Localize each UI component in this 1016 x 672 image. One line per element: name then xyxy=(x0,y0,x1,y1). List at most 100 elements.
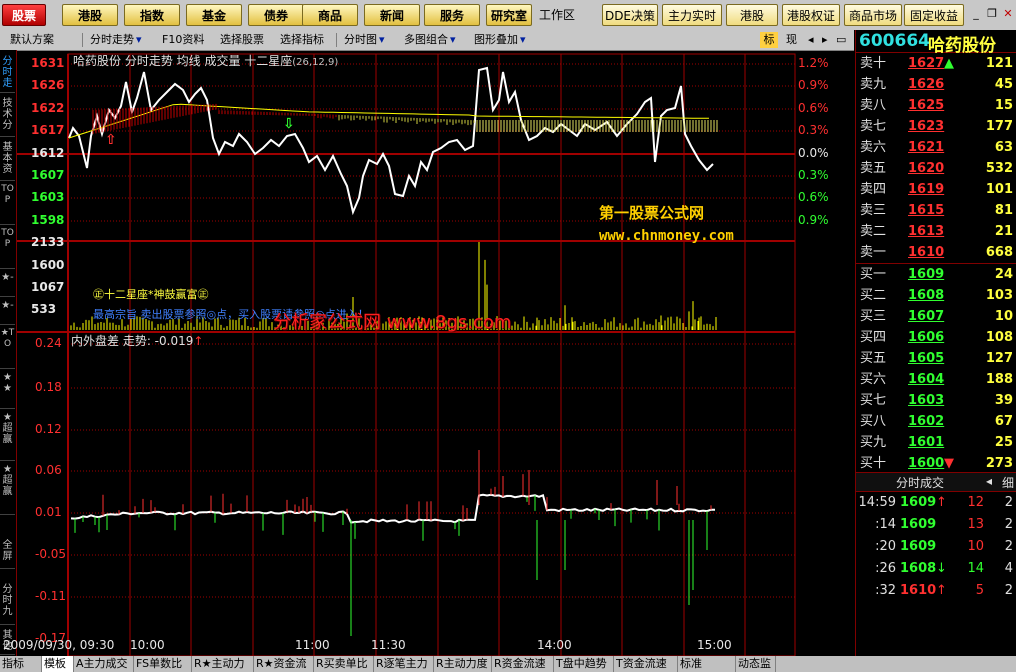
tick-row[interactable]: :32 1610 ↑ 5 2 xyxy=(856,580,1016,601)
tick-row[interactable]: :26 1608 ↓ 14 4 xyxy=(856,558,1016,579)
bottom-tab[interactable]: R★主动力 xyxy=(192,656,254,672)
select-indicator-button[interactable]: 选择指标 xyxy=(280,32,324,48)
bottom-tab[interactable]: R买卖单比 xyxy=(314,656,374,672)
quick-hk-warrant-button[interactable]: 港股权证 xyxy=(782,4,840,26)
sell-row[interactable]: 卖六 1621 63 xyxy=(856,137,1016,158)
bottom-tab[interactable]: FS单数比 xyxy=(134,656,192,672)
tab-intraday[interactable]: 分时走 xyxy=(0,56,15,93)
buy-row[interactable]: 买三 1607 10 xyxy=(856,306,1016,327)
sell-row[interactable]: 卖一 1610 668 xyxy=(856,242,1016,263)
restore-icon[interactable]: ❐ xyxy=(986,8,998,20)
workspace-label[interactable]: 工作区 xyxy=(536,4,578,26)
minimize-icon[interactable]: _ xyxy=(970,8,982,20)
buy-price: 1608 xyxy=(908,288,945,303)
bottom-tab[interactable]: T资金流速 xyxy=(614,656,678,672)
buy-row[interactable]: 买一 1609 24 xyxy=(856,264,1016,285)
buy-row[interactable]: 买八 1602 67 xyxy=(856,411,1016,432)
lab-button[interactable]: 研究室 xyxy=(486,4,532,26)
buy-price: 1603 xyxy=(908,393,945,408)
tab-star-1[interactable]: ★- xyxy=(0,272,15,297)
sell-row[interactable]: 卖五 1620 532 xyxy=(856,158,1016,179)
bond-button[interactable]: 债券 xyxy=(248,4,304,26)
nav-list-icon[interactable]: ▭ xyxy=(836,32,846,48)
index-button[interactable]: 指数 xyxy=(124,4,180,26)
buy-row[interactable]: 买九 1601 25 xyxy=(856,432,1016,453)
tick-volume: 12 xyxy=(967,495,984,510)
sell-row[interactable]: 卖八 1625 15 xyxy=(856,95,1016,116)
tick-row[interactable]: 14:59 1609 ↑ 12 2 xyxy=(856,492,1016,513)
bottom-tab[interactable]: R★资金流 xyxy=(254,656,314,672)
close-icon[interactable]: ✕ xyxy=(1002,8,1014,20)
quick-commodity-market-button[interactable]: 商品市场 xyxy=(844,4,902,26)
mark-button[interactable]: 标 xyxy=(760,32,778,48)
bottom-tab[interactable]: 标准 xyxy=(678,656,736,672)
tab-top-2[interactable]: TOP xyxy=(0,228,15,269)
quick-hk-button[interactable]: 港股 xyxy=(726,4,778,26)
buy-row[interactable]: 买五 1605 127 xyxy=(856,348,1016,369)
default-scheme-button[interactable]: 默认方案 xyxy=(10,32,54,48)
quick-dde-button[interactable]: DDE决策 xyxy=(602,4,658,26)
tab-intraday-nine[interactable]: 分时九 xyxy=(0,584,15,625)
commodity-button[interactable]: 商品 xyxy=(302,4,358,26)
tab-technical[interactable]: 技术分 xyxy=(0,98,15,137)
current-button[interactable]: 现 xyxy=(786,32,797,48)
bottom-tab[interactable]: 模板 xyxy=(42,656,74,672)
bottom-tab[interactable]: A主力成交 xyxy=(74,656,134,672)
select-stock-button[interactable]: 选择股票 xyxy=(220,32,264,48)
tab-fullscreen[interactable]: 全屏 xyxy=(0,540,15,569)
sell-volume: 81 xyxy=(994,203,1013,218)
sell-price: 1619 xyxy=(908,182,945,197)
bottom-tab[interactable]: R资金流速 xyxy=(492,656,554,672)
service-button[interactable]: 服务 xyxy=(424,4,480,26)
multi-chart-button[interactable]: 多图组合 xyxy=(404,32,456,48)
news-button[interactable]: 新闻 xyxy=(364,4,420,26)
nav-forward-icon[interactable]: ▸ xyxy=(822,32,828,48)
bottom-tab[interactable]: R主动力度 xyxy=(434,656,492,672)
stock-code: 600664 xyxy=(859,31,930,51)
intraday-trend-button[interactable]: 分时走势 xyxy=(90,32,142,48)
tick-price: 1609 xyxy=(900,495,937,510)
buy-row[interactable]: 买六 1604 188 xyxy=(856,369,1016,390)
nav-back-icon[interactable]: ◂ xyxy=(808,32,814,48)
tab-fundamental[interactable]: 基本资 xyxy=(0,142,15,181)
bottom-tab[interactable]: T盘中趋势 xyxy=(554,656,614,672)
bottom-tab[interactable]: 指标 xyxy=(0,656,42,672)
tab-ticks-detail[interactable]: 细 xyxy=(1002,474,1014,491)
tab-super-win-2[interactable]: ★超赢 xyxy=(0,464,15,515)
sell-row[interactable]: 卖二 1613 21 xyxy=(856,221,1016,242)
stock-header: 600664 哈药股份 xyxy=(856,30,1016,56)
tab-star-2[interactable]: ★- xyxy=(0,300,15,325)
tab-ticks[interactable]: 分时成交 xyxy=(896,474,944,491)
buy-volume: 103 xyxy=(985,288,1013,303)
quick-fixed-income-button[interactable]: 固定收益平 xyxy=(904,4,964,26)
tab-star-top[interactable]: ★TO xyxy=(0,328,15,369)
tick-row[interactable]: :20 1609 10 2 xyxy=(856,536,1016,557)
tab-super-win-1[interactable]: ★超赢 xyxy=(0,412,15,461)
buy-label: 买一 xyxy=(860,267,887,282)
pct-tick-label: 0.6% xyxy=(798,101,829,115)
bottom-tab[interactable]: 动态监 xyxy=(736,656,776,672)
quick-main-force-button[interactable]: 主力实时监 xyxy=(662,4,722,26)
buy-row[interactable]: 买二 1608 103 xyxy=(856,285,1016,306)
buy-row[interactable]: 买十 1600 ▼ 273 xyxy=(856,453,1016,474)
sell-row[interactable]: 卖七 1623 177 xyxy=(856,116,1016,137)
sell-row[interactable]: 卖十 1627 ▲ 121 xyxy=(856,53,1016,74)
sell-row[interactable]: 卖三 1615 81 xyxy=(856,200,1016,221)
intraday-chart-button[interactable]: 分时图 xyxy=(344,32,385,48)
hk-stock-button[interactable]: 港股 xyxy=(62,4,118,26)
sell-label: 卖九 xyxy=(860,77,887,92)
fund-button[interactable]: 基金 xyxy=(186,4,242,26)
f10-button[interactable]: F10资料 xyxy=(162,32,204,48)
sell-row[interactable]: 卖四 1619 101 xyxy=(856,179,1016,200)
tick-row[interactable]: :14 1609 13 2 xyxy=(856,514,1016,535)
stock-tab-button[interactable]: 股票 xyxy=(2,4,46,26)
intraday-chart[interactable]: ⇧ ⇩ 哈药股份 分时走势 均线 成交量 十二星座(26,12,9) 1631 16… xyxy=(3,50,853,657)
tab-star-star[interactable]: ★★ xyxy=(0,372,15,409)
bottom-tab[interactable]: R逐笔主力 xyxy=(374,656,434,672)
ticks-prev-icon[interactable]: ◂ xyxy=(986,474,992,488)
sell-row[interactable]: 卖九 1626 45 xyxy=(856,74,1016,95)
buy-row[interactable]: 买四 1606 108 xyxy=(856,327,1016,348)
tab-top-1[interactable]: TOP xyxy=(0,184,15,225)
buy-row[interactable]: 买七 1603 39 xyxy=(856,390,1016,411)
overlay-button[interactable]: 图形叠加 xyxy=(474,32,526,48)
